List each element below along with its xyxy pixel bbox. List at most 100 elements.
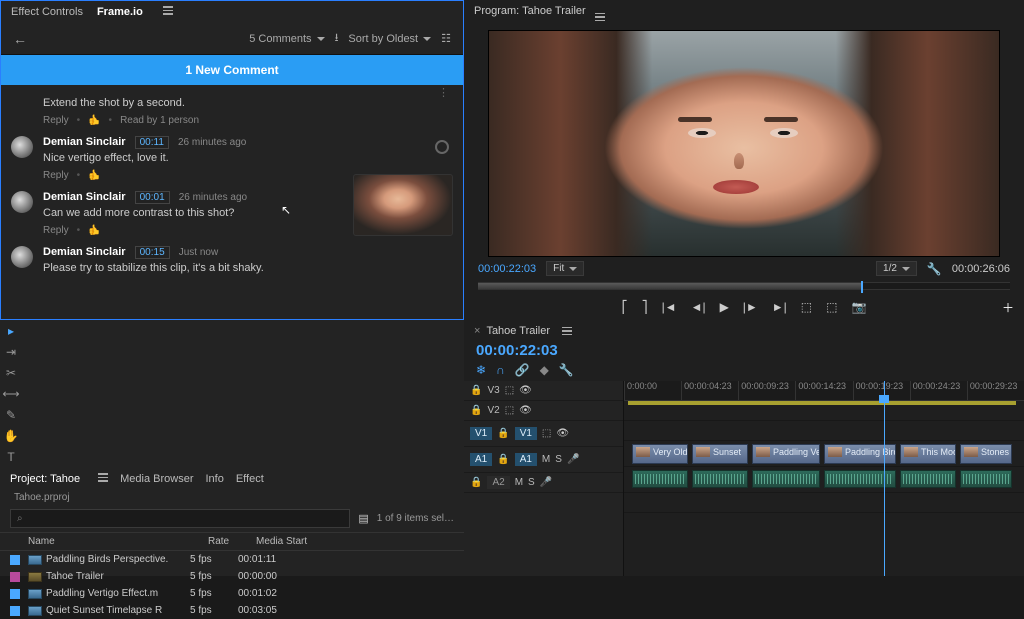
settings-icon[interactable]: 🔧 [927,262,942,276]
tab-effect-controls[interactable]: Effect Controls [11,6,83,18]
reply-link[interactable]: Reply [43,115,69,126]
voiceover-icon[interactable]: 🎤 [567,454,579,465]
voiceover-icon[interactable]: 🎤 [540,477,552,488]
lock-icon[interactable]: 🔒 [497,454,509,465]
sort-dropdown[interactable]: Sort by Oldest [348,33,431,45]
selection-tool-icon[interactable]: ▸ [8,324,14,338]
playhead-line[interactable] [884,381,885,576]
panel-menu-icon[interactable] [562,327,572,336]
magnet-icon[interactable]: ∩ [496,363,505,377]
go-to-in-icon[interactable]: |◄ [662,300,677,314]
pen-tool-icon[interactable]: ✎ [6,408,16,422]
current-timecode[interactable]: 00:00:22:03 [478,263,536,275]
video-clip[interactable]: Paddling Bird [824,444,896,464]
like-icon[interactable]: 👍 [88,225,100,236]
tab-program[interactable]: Program: Tahoe Trailer [474,5,586,17]
track-target-a1[interactable]: A1 [515,453,537,466]
more-icon[interactable]: ⋮ [438,91,449,96]
lock-icon[interactable]: 🔒 [470,385,482,396]
complete-toggle[interactable] [435,140,449,154]
col-name[interactable]: Name [28,536,208,547]
tab-media-browser[interactable]: Media Browser [120,473,193,485]
tab-project[interactable]: Project: Tahoe [10,473,80,485]
button-editor-icon[interactable]: ＋ [1002,299,1014,316]
mark-out-icon[interactable]: ⎤ [642,300,648,314]
audio-clip[interactable] [632,470,688,488]
mark-in-icon[interactable]: ⎡ [622,300,628,314]
track-label[interactable]: V3 [487,385,499,396]
audio-clip[interactable] [824,470,896,488]
track-target-a2[interactable]: A2 [487,476,509,489]
audio-clip[interactable] [752,470,820,488]
audio-clip[interactable] [900,470,956,488]
marker-icon[interactable]: ◆ [540,363,549,377]
video-clip[interactable]: This Mode [900,444,956,464]
new-comment-button[interactable]: 1 New Comment [1,55,463,85]
comment-timecode[interactable]: 00:15 [135,246,170,259]
download-icon[interactable]: ⭳ [335,29,339,48]
play-icon[interactable]: ▶ [720,300,729,314]
video-clip[interactable]: Sunset [692,444,748,464]
comment-thumbnail[interactable] [353,174,453,236]
eye-icon[interactable]: 👁 [519,385,532,396]
hand-tool-icon[interactable]: ✋ [4,429,19,443]
source-patch-v1[interactable]: V1 [470,427,492,440]
project-row[interactable]: Paddling Birds Perspective.5 fps00:01:11 [0,551,464,568]
toggle-output-icon[interactable]: ⬚ [542,428,551,439]
snap-icon[interactable]: ❄ [476,363,486,377]
toggle-output-icon[interactable]: ⬚ [505,385,514,396]
video-track-1[interactable]: Very OldSunsetPaddling VePaddling BirdTh… [624,441,1024,467]
track-select-tool-icon[interactable]: ⇥ [6,345,16,359]
playhead-icon[interactable] [879,395,889,403]
extract-icon[interactable]: ⬚ [826,300,837,314]
filter-icon[interactable]: ☷ [441,32,451,45]
search-input[interactable] [10,509,350,528]
reply-link[interactable]: Reply [43,225,69,236]
eye-icon[interactable]: 👁 [519,405,532,416]
scrub-bar[interactable] [478,282,1010,290]
solo-button[interactable]: S [528,477,535,488]
mute-button[interactable]: M [515,477,523,488]
step-back-icon[interactable]: ◄| [691,300,706,314]
step-fwd-icon[interactable]: |► [743,300,758,314]
lift-icon[interactable]: ⬚ [801,300,812,314]
mute-button[interactable]: M [542,454,550,465]
time-ruler[interactable]: 0:00:0000:00:04:2300:00:09:2300:00:14:23… [624,381,1024,401]
comment-item[interactable]: Demian Sinclair 00:15 Just now Please tr… [1,240,463,278]
timeline-tracks[interactable]: 0:00:0000:00:04:2300:00:09:2300:00:14:23… [624,381,1024,576]
linked-selection-icon[interactable]: 🔗 [515,363,530,377]
comment-item[interactable]: Extend the shot by a second. Reply• 👍• R… [1,87,463,130]
timeline-timecode[interactable]: 00:00:22:03 [464,342,1024,359]
track-target-v1[interactable]: V1 [515,427,537,440]
reply-link[interactable]: Reply [43,170,69,181]
col-rate[interactable]: Rate [208,536,256,547]
slip-tool-icon[interactable]: ⟷ [2,387,19,401]
comment-timecode[interactable]: 00:11 [135,136,169,149]
toggle-output-icon[interactable]: ⬚ [505,405,514,416]
project-row[interactable]: Quiet Sunset Timelapse R5 fps00:03:05 [0,602,464,619]
col-media-start[interactable]: Media Start [256,536,328,547]
resolution-dropdown[interactable]: 1/2 [876,261,917,276]
tab-info[interactable]: Info [205,473,223,485]
source-patch-a1[interactable]: A1 [470,453,492,466]
video-clip[interactable]: Stones [960,444,1012,464]
zoom-fit-dropdown[interactable]: Fit [546,261,584,276]
like-icon[interactable]: 👍 [88,115,100,126]
settings-icon[interactable]: 🔧 [559,363,574,377]
comment-count-dropdown[interactable]: 5 Comments [249,33,324,45]
track-label[interactable]: V2 [487,405,499,416]
project-row[interactable]: Paddling Vertigo Effect.m5 fps00:01:02 [0,585,464,602]
project-row[interactable]: Tahoe Trailer5 fps00:00:00 [0,568,464,585]
type-tool-icon[interactable]: T [7,450,14,464]
bin-view-icon[interactable]: ▤ [358,512,368,525]
solo-button[interactable]: S [555,454,562,465]
audio-clip[interactable] [960,470,1012,488]
comment-item[interactable]: Demian Sinclair 00:01 26 minutes ago Can… [1,185,463,240]
playhead-icon[interactable] [861,281,863,293]
tab-frameio[interactable]: Frame.io [97,6,143,18]
eye-icon[interactable]: 👁 [556,428,569,439]
go-to-out-icon[interactable]: ►| [772,300,787,314]
tab-sequence[interactable]: Tahoe Trailer [486,325,550,337]
comment-timecode[interactable]: 00:01 [135,191,170,204]
lock-icon[interactable]: 🔒 [470,477,482,488]
